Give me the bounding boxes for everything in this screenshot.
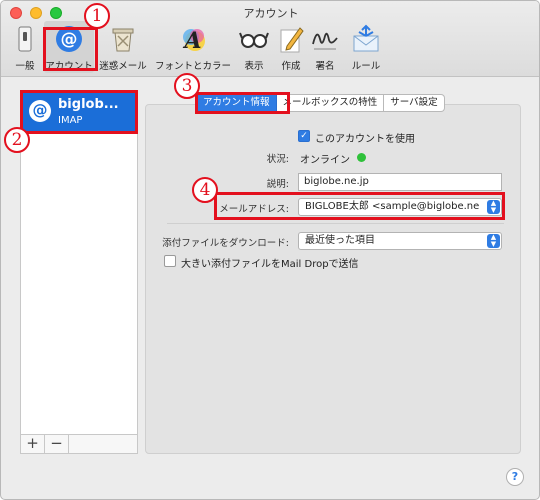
trash-icon (112, 28, 134, 52)
callout-box-email-address (214, 192, 505, 220)
download-attachments-label: 添付ファイルをダウンロード: (162, 238, 289, 249)
window-title: アカウント (243, 7, 299, 20)
toolbar-item-signatures[interactable]: 署名 (308, 21, 342, 73)
toolbar-item-composing[interactable]: 作成 (274, 21, 308, 73)
remove-account-button[interactable]: − (45, 435, 69, 453)
download-attachments-popup[interactable]: 最近使った項目 ▲ ▼ (298, 232, 502, 250)
switch-icon (18, 26, 32, 52)
pencil-icon (280, 27, 304, 53)
toolbar-item-rules[interactable]: ルール (347, 21, 385, 73)
preferences-window: アカウント 一般 @ アカウント 迷惑メール A フォントとカラー 表示 作成 … (0, 0, 540, 500)
callout-number-1: 1 (84, 3, 110, 29)
rules-icon (353, 24, 379, 52)
chevron-updown-icon: ▲ ▼ (487, 234, 500, 248)
svg-text:A: A (182, 28, 201, 54)
mail-drop-label: 大きい添付ファイルをMail Dropで送信 (181, 259, 359, 270)
toolbar-item-general[interactable]: 一般 (5, 21, 45, 73)
callout-box-account-row (20, 90, 138, 134)
toolbar-item-junk[interactable]: 迷惑メール (95, 21, 151, 73)
description-label: 説明: (266, 179, 289, 190)
status-label: 状況: (266, 154, 289, 165)
signature-icon (312, 32, 338, 50)
glasses-icon (239, 32, 269, 48)
callout-box-accounts (43, 27, 98, 71)
tab-server-settings[interactable]: サーバ設定 (384, 94, 445, 112)
help-button[interactable]: ? (506, 468, 524, 486)
description-field[interactable]: biglobe.ne.jp (298, 173, 502, 191)
tab-mailbox-behaviors[interactable]: メールボックスの特性 (276, 94, 385, 112)
callout-number-3: 3 (174, 73, 200, 99)
account-list-controls: + − (20, 434, 138, 454)
mail-drop-checkbox[interactable] (164, 255, 176, 267)
callout-number-4: 4 (192, 177, 218, 203)
account-list: @ biglob... IMAP (20, 90, 138, 454)
callout-number-2: 2 (4, 127, 30, 153)
add-account-button[interactable]: + (21, 435, 45, 453)
toolbar-item-fonts[interactable]: A フォントとカラー (151, 21, 235, 73)
font-icon: A (182, 28, 205, 54)
divider (167, 223, 504, 224)
toolbar-item-viewing[interactable]: 表示 (237, 21, 271, 73)
callout-box-account-info-tab (195, 92, 290, 114)
enable-account-label: このアカウントを使用 (315, 134, 415, 145)
status-indicator (357, 153, 366, 162)
download-attachments-value: 最近使った項目 (305, 235, 375, 246)
enable-account-checkbox[interactable]: ✓ (298, 130, 310, 142)
status-value: オンライン (300, 155, 350, 166)
